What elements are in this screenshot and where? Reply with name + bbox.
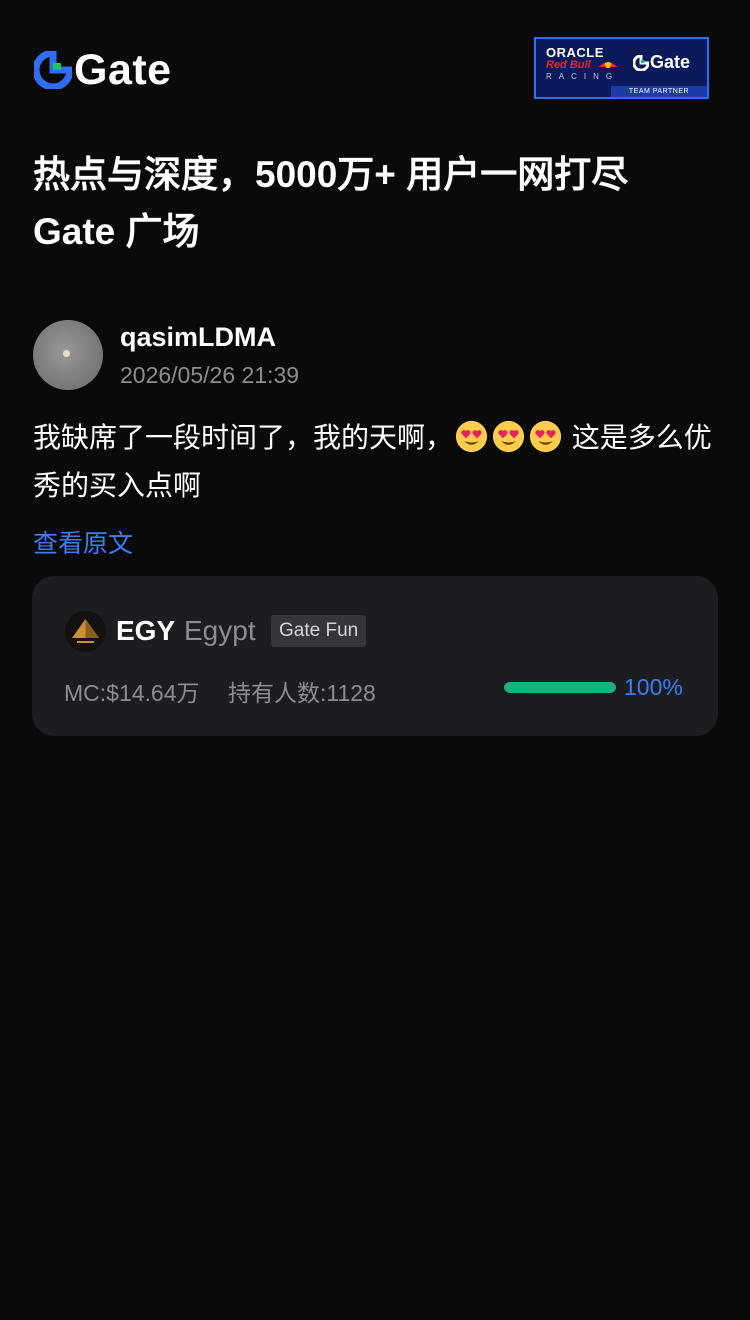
partner-racing-text: RACING <box>546 72 620 81</box>
token-ticker: EGY <box>116 615 176 646</box>
team-partner-badge: TEAM PARTNER <box>611 86 707 97</box>
partner-redbull-text: Red Bull <box>546 59 591 71</box>
avatar[interactable] <box>33 320 103 390</box>
post-timestamp: 2026/05/26 21:39 <box>120 362 300 388</box>
partner-banner[interactable]: ORACLE Red Bull RACING Gate TEAM PARTNER <box>534 37 709 99</box>
heart-eyes-emoji-icon <box>529 420 562 453</box>
pyramid-icon <box>65 611 106 652</box>
red-bull-icon <box>598 62 618 68</box>
partner-gate-logo: Gate <box>633 52 690 73</box>
logo-text: Gate <box>74 46 172 94</box>
heart-eyes-emoji-icon <box>455 420 488 453</box>
progress-bar <box>504 682 616 693</box>
post-text-before: 我缺席了一段时间了，我的天啊， <box>33 422 454 453</box>
gate-logo-icon <box>34 51 72 89</box>
token-tag: Gate Fun <box>271 615 367 647</box>
egy-token-icon <box>65 611 106 652</box>
page-headline: 热点与深度，5000万+ 用户一网打尽 Gate 广场 <box>33 146 723 260</box>
progress-bar-fill <box>504 682 616 693</box>
gate-logo[interactable]: Gate <box>34 48 172 92</box>
app-header: Gate ORACLE Red Bull RACING Gate TEAM PA… <box>0 0 750 140</box>
post-content: 我缺席了一段时间了，我的天啊， 这是多么优秀的买入点啊 <box>33 414 723 510</box>
headline-line-2: Gate 广场 <box>33 211 200 252</box>
view-original-link[interactable]: 查看原文 <box>33 524 133 560</box>
holder-count: 持有人数:1128 <box>228 680 376 706</box>
post-author[interactable]: qasimLDMA 2026/05/26 21:39 <box>33 320 723 392</box>
heart-eyes-emoji-icon <box>492 420 525 453</box>
gate-logo-small-icon <box>633 54 649 71</box>
avatar-dot <box>63 350 70 357</box>
token-card[interactable]: EGY Egypt Gate Fun MC:$14.64万 持有人数:1128 … <box>32 576 718 736</box>
partner-oracle-text: ORACLE <box>546 45 604 60</box>
headline-line-1: 热点与深度，5000万+ 用户一网打尽 <box>33 154 629 195</box>
progress-label: 100% <box>624 674 683 700</box>
partner-gate-text: Gate <box>650 52 691 72</box>
market-cap: MC:$14.64万 <box>64 680 200 706</box>
token-name: Egypt <box>184 615 256 646</box>
author-username[interactable]: qasimLDMA <box>120 322 276 353</box>
